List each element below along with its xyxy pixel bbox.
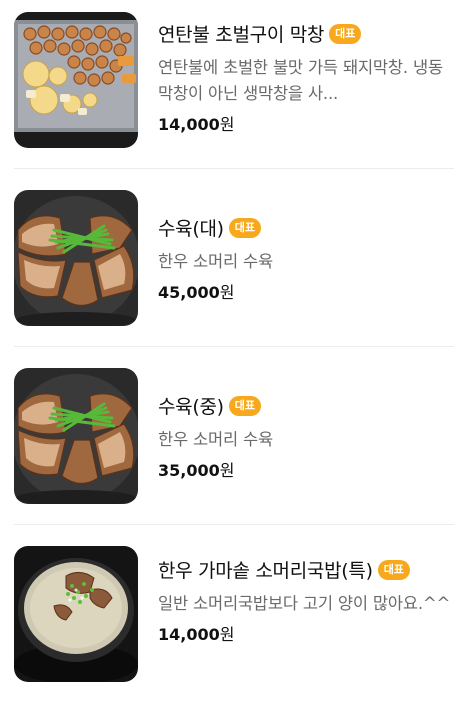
signature-badge: 대표 — [228, 395, 262, 416]
menu-item-price: 14,000원 — [158, 115, 235, 134]
beef-head-suyuk-image — [14, 368, 138, 504]
divider — [14, 168, 454, 169]
divider — [14, 346, 454, 347]
menu-item-description: 한우 소머리 수육 — [158, 430, 273, 449]
menu-item-grilled-makchang[interactable]: 연탄불 초벌구이 막창 대표 연탄불에 초벌한 불맛 가득 돼지막창. 냉동 막… — [0, 0, 466, 178]
signature-badge: 대표 — [228, 217, 262, 238]
grilled-makchang-image — [14, 12, 138, 148]
menu-item-suyuk-medium[interactable]: 수육(중) 대표 한우 소머리 수육 35,000원 — [0, 356, 466, 534]
menu-list: 연탄불 초벌구이 막창 대표 연탄불에 초벌한 불맛 가득 돼지막창. 냉동 막… — [0, 0, 466, 696]
menu-item-name: 수육(중) — [158, 396, 224, 418]
menu-item-photo[interactable] — [14, 546, 138, 682]
menu-item-name: 연탄불 초벌구이 막창 — [158, 24, 325, 46]
menu-item-price: 14,000원 — [158, 625, 235, 644]
menu-item-beef-head-soup[interactable]: 한우 가마솥 소머리국밥(특) 대표 일반 소머리국밥보다 고기 양이 많아요.… — [0, 534, 466, 712]
signature-badge: 대표 — [377, 559, 410, 580]
menu-item-price: 45,000원 — [158, 283, 235, 302]
beef-head-suyuk-image — [14, 190, 138, 326]
menu-item-description: 일반 소머리국밥보다 고기 양이 많아요.^^ — [158, 594, 451, 613]
menu-item-description: 한우 소머리 수육 — [158, 252, 273, 271]
menu-item-name: 한우 가마솥 소머리국밥(특) — [158, 560, 373, 582]
menu-item-photo[interactable] — [14, 368, 138, 504]
menu-item-name: 수육(대) — [158, 218, 224, 240]
menu-item-suyuk-large[interactable]: 수육(대) 대표 한우 소머리 수육 45,000원 — [0, 178, 466, 356]
menu-item-description: 연탄불에 초벌한 불맛 가득 돼지막창. 냉동 막창이 아닌 생막창을 사... — [158, 58, 443, 103]
beef-head-soup-image — [14, 546, 138, 682]
divider — [14, 524, 454, 525]
menu-item-photo[interactable] — [14, 12, 138, 148]
menu-item-price: 35,000원 — [158, 461, 235, 480]
menu-item-photo[interactable] — [14, 190, 138, 326]
signature-badge: 대표 — [329, 23, 362, 44]
